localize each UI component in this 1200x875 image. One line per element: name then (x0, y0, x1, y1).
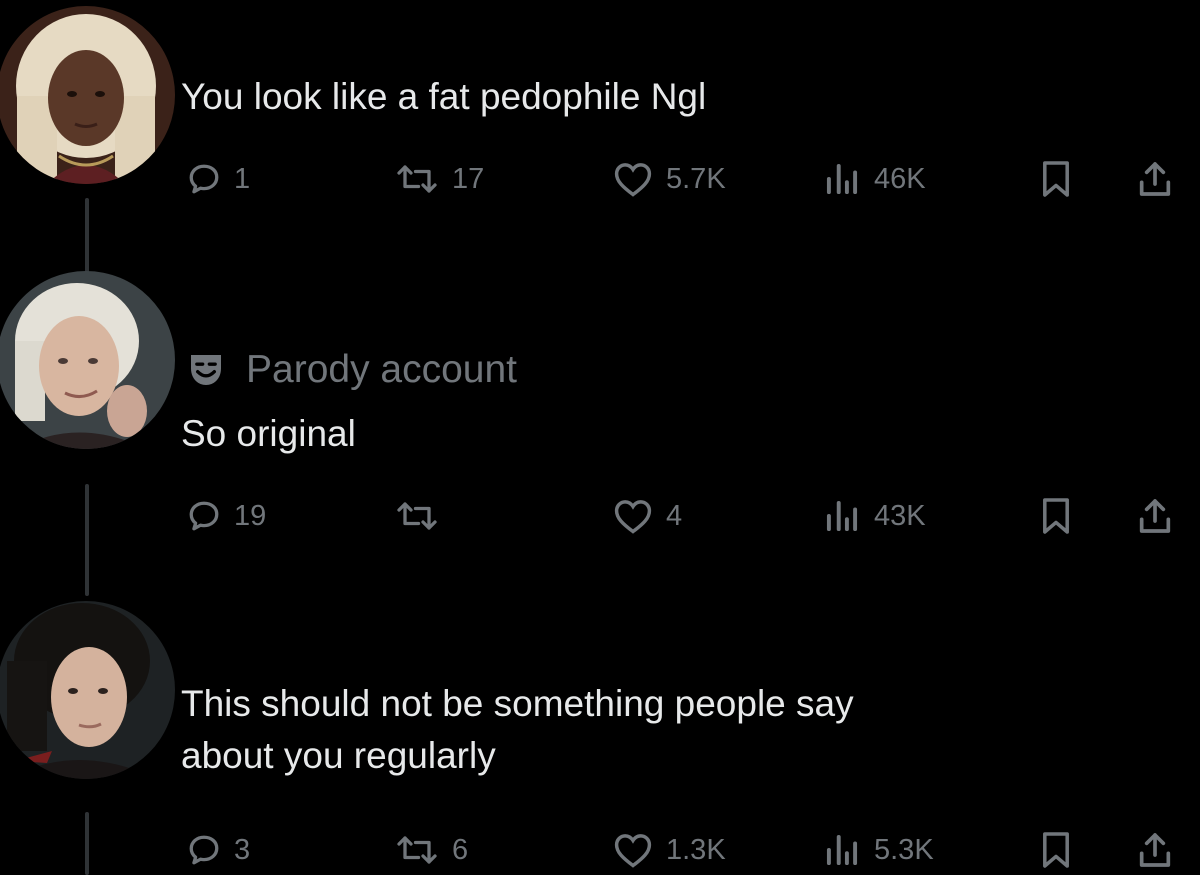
conversation-thread: You look like a fat pedophile Ngl 1 17 5… (0, 0, 1200, 875)
bookmark-icon (1043, 161, 1069, 197)
parody-badge: Parody account (186, 348, 517, 392)
reply-button[interactable]: 3 (186, 825, 250, 875)
tweet-actions: 19 4 43K (0, 491, 1200, 541)
share-button[interactable] (1136, 491, 1174, 541)
tweet-text-line: So original (181, 413, 356, 454)
views-icon (826, 500, 858, 532)
views-button[interactable]: 46K (822, 154, 926, 204)
repost-icon (397, 836, 437, 864)
reply-icon (189, 835, 219, 865)
like-button[interactable]: 5.7K (612, 154, 726, 204)
repost-button[interactable]: 6 (394, 825, 468, 875)
share-icon (1139, 162, 1171, 196)
theater-mask-icon (191, 355, 221, 385)
avatar[interactable] (0, 271, 175, 449)
avatar-image (0, 271, 175, 449)
tweet-text-line: You look like a fat pedophile Ngl (181, 76, 707, 117)
tweet-text: So original (181, 408, 356, 460)
reply-icon (189, 501, 219, 531)
reply-count: 19 (234, 499, 267, 532)
bookmark-icon (1043, 498, 1069, 534)
tweet-text-line: about you regularly (181, 735, 496, 776)
repost-button[interactable] (394, 491, 452, 541)
like-count: 1.3K (666, 833, 726, 866)
tweet-text: This should not be something people say … (181, 678, 854, 782)
reply-button[interactable]: 1 (186, 154, 250, 204)
repost-icon (397, 502, 437, 530)
like-count: 5.7K (666, 162, 726, 195)
share-icon (1139, 499, 1171, 533)
heart-icon (614, 834, 652, 868)
views-count: 43K (874, 499, 926, 532)
tweet-actions: 1 17 5.7K 46K (0, 154, 1200, 204)
reply-button[interactable]: 19 (186, 491, 266, 541)
bookmark-button[interactable] (1040, 491, 1072, 541)
parody-badge-label: Parody account (246, 348, 518, 391)
thread-connector-line (85, 198, 89, 276)
views-icon (826, 163, 858, 195)
bookmark-button[interactable] (1040, 154, 1072, 204)
heart-icon (614, 500, 652, 534)
avatar[interactable] (0, 601, 175, 779)
reply-count: 1 (234, 162, 251, 195)
repost-button[interactable]: 17 (394, 154, 484, 204)
like-button[interactable]: 4 (612, 491, 682, 541)
heart-icon (614, 163, 652, 197)
views-count: 46K (874, 162, 926, 195)
views-icon (826, 834, 858, 866)
repost-icon (397, 165, 437, 193)
views-button[interactable]: 5.3K (822, 825, 934, 875)
views-count: 5.3K (874, 833, 934, 866)
share-button[interactable] (1136, 825, 1174, 875)
reply-count: 3 (234, 833, 251, 866)
bookmark-button[interactable] (1040, 825, 1072, 875)
tweet-text: You look like a fat pedophile Ngl (181, 71, 706, 123)
repost-count: 6 (452, 833, 469, 866)
reply-icon (189, 164, 219, 194)
like-count: 4 (666, 499, 683, 532)
repost-count: 17 (452, 162, 485, 195)
share-button[interactable] (1136, 154, 1174, 204)
bookmark-icon (1043, 832, 1069, 868)
views-button[interactable]: 43K (822, 491, 926, 541)
tweet-actions: 3 6 1.3K 5.3K (0, 825, 1200, 875)
avatar-image (0, 601, 175, 779)
share-icon (1139, 833, 1171, 867)
tweet-text-line: This should not be something people say (181, 683, 854, 724)
like-button[interactable]: 1.3K (612, 825, 726, 875)
